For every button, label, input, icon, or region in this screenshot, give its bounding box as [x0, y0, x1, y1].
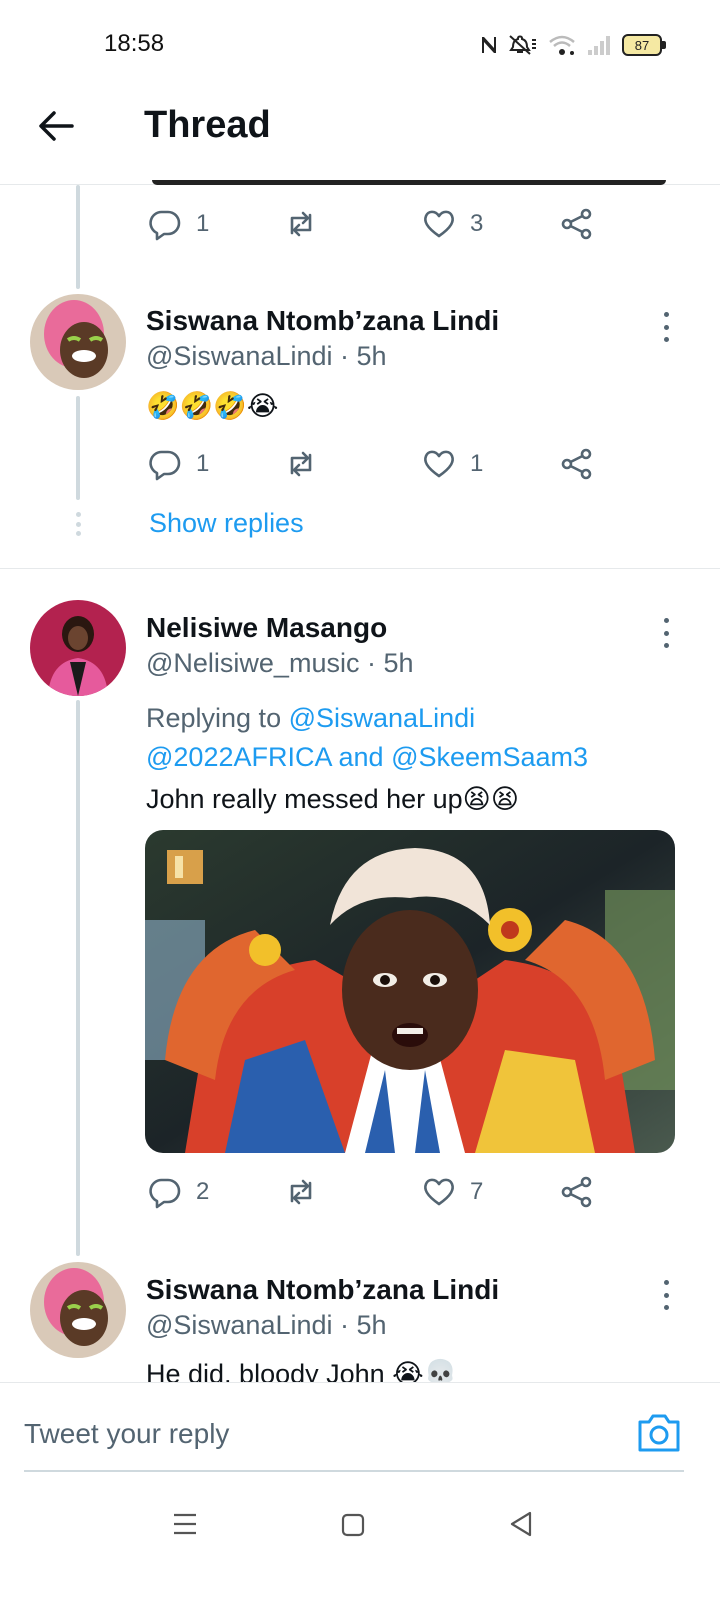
- avatar[interactable]: [30, 294, 126, 390]
- like-action[interactable]: 3: [422, 207, 560, 241]
- nfc-icon: [482, 37, 496, 53]
- home-square-icon[interactable]: [340, 1512, 366, 1538]
- tweet-text: John really messed her up😫😫: [146, 784, 519, 814]
- reply-count: 1: [196, 450, 210, 477]
- thread-line: [76, 396, 80, 500]
- reply-underline: [24, 1470, 684, 1472]
- reply-icon: [149, 1178, 181, 1209]
- reply-input[interactable]: Tweet your reply: [24, 1418, 229, 1450]
- heart-icon: [424, 1178, 454, 1206]
- retweet-action[interactable]: [284, 447, 422, 481]
- more-options-icon[interactable]: [662, 312, 670, 342]
- author-name[interactable]: Siswana Ntomb’zana Lindi: [146, 305, 499, 337]
- author-handle: @SiswanaLindi · 5h: [146, 1310, 387, 1340]
- replying-to-line1: Replying to @SiswanaLindi: [146, 703, 475, 734]
- reply-action[interactable]: 1: [148, 207, 284, 241]
- mention-link[interactable]: @SkeemSaam3: [391, 742, 588, 772]
- show-replies-link[interactable]: Show replies: [149, 508, 304, 539]
- retweet-icon: [290, 1179, 312, 1205]
- share-icon: [561, 448, 592, 480]
- tweet-actions: 1 3: [148, 204, 618, 244]
- like-count: 3: [470, 210, 484, 237]
- status-icons: 87: [480, 30, 680, 60]
- avatar[interactable]: [30, 600, 126, 696]
- media-tail: [152, 180, 666, 185]
- replying-to-line2: @2022AFRICA and @SkeemSaam3: [146, 742, 588, 773]
- status-time: 18:58: [104, 30, 165, 57]
- reply-action[interactable]: 1: [148, 447, 284, 481]
- share-action[interactable]: [560, 207, 594, 241]
- retweet-icon: [290, 211, 312, 237]
- share-action[interactable]: [560, 447, 594, 481]
- page-title: Thread: [144, 104, 271, 146]
- reply-action[interactable]: 2: [148, 1175, 284, 1209]
- thread-line: [76, 700, 80, 1256]
- retweet-action[interactable]: [284, 207, 422, 241]
- reply-icon: [149, 450, 181, 481]
- like-count: 1: [470, 450, 484, 477]
- retweet-action[interactable]: [284, 1175, 422, 1209]
- like-action[interactable]: 7: [422, 1175, 560, 1209]
- retweet-icon: [290, 451, 312, 477]
- reply-count: 1: [196, 210, 210, 237]
- author-handle: @Nelisiwe_music · 5h: [146, 648, 414, 678]
- tweet-media-image[interactable]: [145, 830, 675, 1153]
- author-name[interactable]: Nelisiwe Masango: [146, 612, 387, 644]
- mention-link[interactable]: @2022AFRICA: [146, 742, 331, 772]
- tweet-actions: 2 7: [148, 1172, 618, 1212]
- menu-icon[interactable]: [172, 1512, 198, 1536]
- author-handle: @SiswanaLindi · 5h: [146, 341, 387, 371]
- share-icon: [561, 1176, 592, 1208]
- mute-icon: [509, 35, 536, 55]
- replying-prefix: Replying to: [146, 703, 289, 733]
- avatar[interactable]: [30, 1262, 126, 1358]
- like-count: 7: [470, 1178, 484, 1205]
- like-action[interactable]: 1: [422, 447, 560, 481]
- share-icon: [561, 208, 592, 240]
- heart-icon: [424, 210, 454, 238]
- more-options-icon[interactable]: [662, 1280, 670, 1310]
- replying-and: and: [331, 742, 392, 772]
- more-options-icon[interactable]: [662, 618, 670, 648]
- thread-gap-dots: [74, 512, 82, 536]
- camera-icon[interactable]: [636, 1412, 682, 1454]
- section-divider: [0, 568, 720, 569]
- battery-icon: 87: [622, 34, 666, 56]
- arrow-left-icon[interactable]: [36, 106, 76, 146]
- reply-icon: [149, 210, 181, 241]
- back-triangle-icon[interactable]: [508, 1510, 534, 1538]
- thread-line: [76, 185, 80, 289]
- share-action[interactable]: [560, 1175, 594, 1209]
- heart-icon: [424, 450, 454, 478]
- tweet-text: 🤣🤣🤣😭: [146, 391, 279, 421]
- wifi-icon: [549, 35, 575, 55]
- mention-link[interactable]: @SiswanaLindi: [289, 703, 476, 733]
- tweet-actions: 1 1: [148, 444, 618, 484]
- signal-icon: [588, 36, 610, 55]
- author-name[interactable]: Siswana Ntomb’zana Lindi: [146, 1274, 499, 1306]
- reply-count: 2: [196, 1178, 210, 1205]
